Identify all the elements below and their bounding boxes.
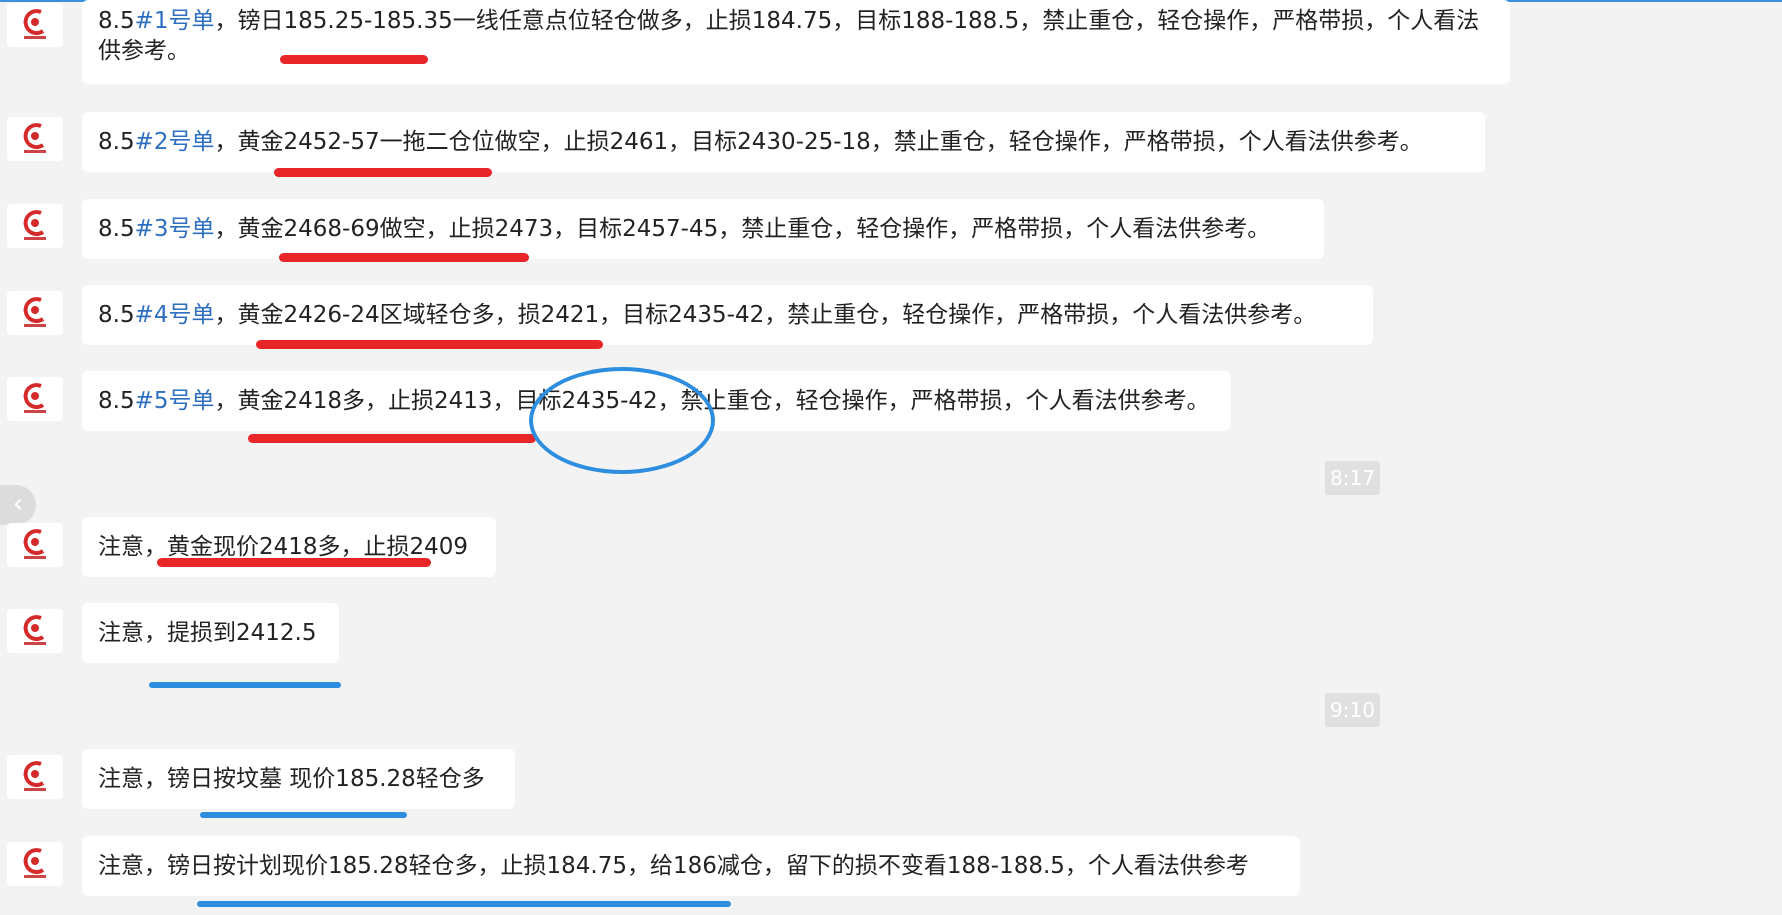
message-bubble[interactable]: 8.5#3号单，黄金2468-69做空，止损2473，目标2457-45，禁止重…: [82, 199, 1324, 259]
message-text: 注意，镑日按坟墓 现价185.28轻仓多: [98, 766, 485, 792]
message-bubble[interactable]: 8.5#2号单，黄金2452-57一拖二仓位做空，止损2461，目标2430-2…: [82, 112, 1485, 172]
message-bubble[interactable]: 注意，提损到2412.5: [82, 603, 339, 663]
avatar[interactable]: [7, 291, 63, 335]
brand-logo-icon: [23, 210, 46, 240]
blue-underline: [197, 901, 731, 907]
message-date: 8.5: [98, 216, 135, 242]
order-tag: #2号单: [134, 129, 215, 155]
timestamp: 9:10: [1325, 693, 1380, 727]
brand-logo-icon: [23, 529, 46, 559]
message-bubble[interactable]: 注意，镑日按计划现价185.28轻仓多，止损184.75，给186减仓，留下的损…: [82, 836, 1300, 896]
blue-underline: [200, 812, 407, 818]
message-text: ，黄金2452-57一拖二仓位做空，止损2461，目标2430-25-18，禁止…: [214, 129, 1423, 155]
blue-circle-annotation: [529, 367, 715, 474]
brand-logo-icon: [23, 383, 46, 413]
message-date: 8.5: [98, 388, 135, 414]
timestamp: 8:17: [1325, 461, 1380, 495]
red-underline: [256, 340, 603, 349]
brand-logo-icon: [23, 297, 46, 327]
message-text: ，黄金2426-24区域轻仓多，损2421，目标2435-42，禁止重仓，轻仓操…: [214, 302, 1317, 328]
message-text: 注意，提损到2412.5: [98, 620, 317, 646]
red-underline: [248, 434, 536, 443]
order-tag: #1号单: [134, 8, 215, 34]
message-bubble[interactable]: 8.5#4号单，黄金2426-24区域轻仓多，损2421，目标2435-42，禁…: [82, 285, 1373, 345]
message-bubble[interactable]: 注意，黄金现价2418多，止损2409: [82, 517, 496, 577]
avatar[interactable]: [7, 609, 63, 653]
red-underline: [157, 558, 431, 567]
message-date: 8.5: [98, 129, 135, 155]
message-text: ，黄金2468-69做空，止损2473，目标2457-45，禁止重仓，轻仓操作，…: [214, 216, 1271, 242]
message-text: 注意，镑日按计划现价185.28轻仓多，止损184.75，给186减仓，留下的损…: [98, 853, 1249, 879]
order-tag: #5号单: [134, 388, 215, 414]
brand-logo-icon: [23, 761, 46, 791]
blue-underline: [149, 682, 341, 688]
brand-logo-icon: [23, 615, 46, 645]
message-bubble[interactable]: 注意，镑日按坟墓 现价185.28轻仓多: [82, 749, 515, 809]
chat-window: 8.5#1号单，镑日185.25-185.35一线任意点位轻仓做多，止损184.…: [0, 0, 1782, 915]
brand-logo-icon: [23, 9, 46, 39]
brand-logo-icon: [23, 123, 46, 153]
avatar[interactable]: [7, 204, 63, 248]
message-text: 注意，黄金现价2418多，止损2409: [98, 534, 469, 560]
brand-logo-icon: [23, 848, 46, 878]
red-underline: [274, 168, 492, 177]
avatar[interactable]: [7, 523, 63, 567]
message-date: 8.5: [98, 302, 135, 328]
red-underline: [280, 55, 428, 64]
order-tag: #3号单: [134, 216, 215, 242]
avatar[interactable]: [7, 842, 63, 886]
message-date: 8.5: [98, 8, 135, 34]
avatar[interactable]: [7, 755, 63, 799]
avatar[interactable]: [7, 117, 63, 161]
red-underline: [279, 253, 529, 262]
message-bubble[interactable]: 8.5#1号单，镑日185.25-185.35一线任意点位轻仓做多，止损184.…: [82, 0, 1510, 84]
avatar[interactable]: [7, 3, 63, 47]
order-tag: #4号单: [134, 302, 215, 328]
chevron-left-icon[interactable]: ‹: [0, 485, 36, 525]
avatar[interactable]: [7, 377, 63, 421]
